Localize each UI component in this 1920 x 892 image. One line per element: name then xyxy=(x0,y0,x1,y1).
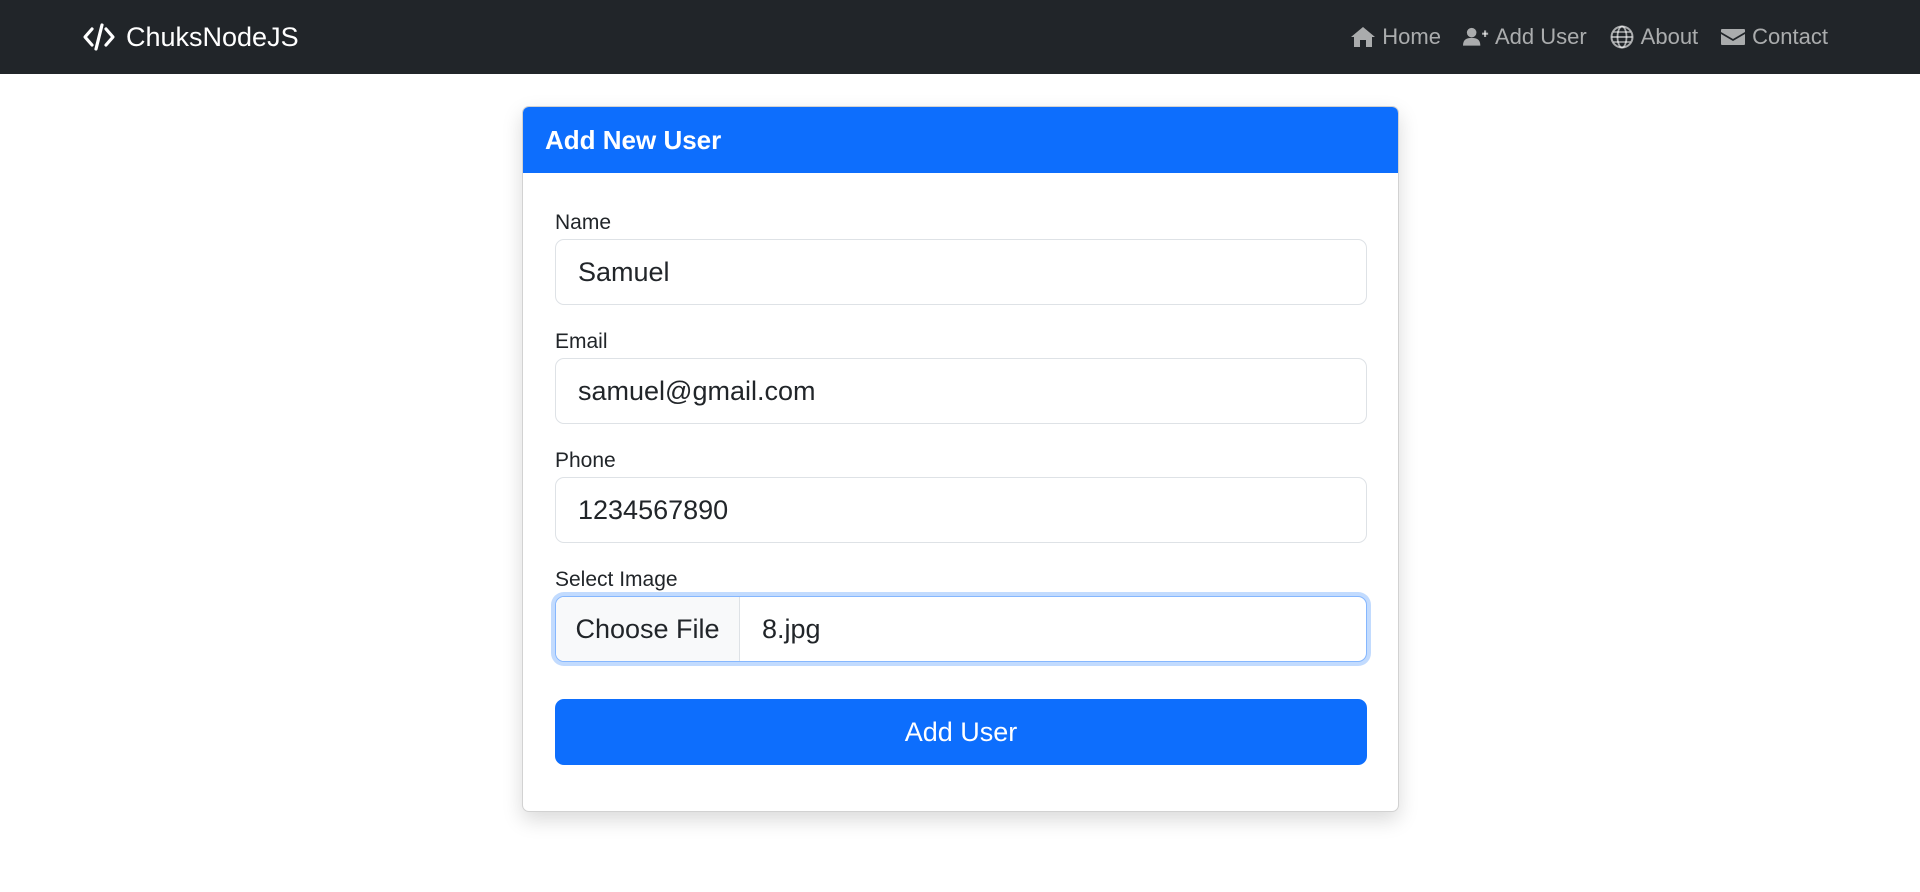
user-plus-icon xyxy=(1462,27,1489,46)
nav-link-label: About xyxy=(1640,24,1699,49)
nav-link-label: Add User xyxy=(1494,24,1587,49)
nav-link-home[interactable]: Home xyxy=(1350,24,1441,50)
brand-link[interactable]: ChuksNodeJS xyxy=(82,0,299,74)
nav-link-about[interactable]: About xyxy=(1609,24,1699,50)
code-icon xyxy=(83,23,115,51)
home-icon xyxy=(1351,27,1376,47)
choose-file-button[interactable]: Choose File xyxy=(556,597,740,661)
globe-icon xyxy=(1610,25,1634,49)
brand-name: ChuksNodeJS xyxy=(126,21,299,52)
email-input[interactable]: samuel@gmail.com xyxy=(555,358,1367,424)
email-label: Email xyxy=(555,330,608,353)
card-title: Add New User xyxy=(523,107,1398,173)
name-input[interactable]: Samuel xyxy=(555,239,1367,305)
add-user-card: Add New User Name Samuel Email samuel@gm… xyxy=(522,106,1399,812)
image-label: Select Image xyxy=(555,568,678,591)
nav-link-contact[interactable]: Contact xyxy=(1720,24,1828,50)
nav-links: Home Add User About Contact xyxy=(1350,0,1828,74)
phone-input[interactable]: 1234567890 xyxy=(555,477,1367,543)
phone-label: Phone xyxy=(555,449,616,472)
navbar: ChuksNodeJS Home Add User About Contact xyxy=(0,0,1920,74)
image-file-input[interactable]: Choose File 8.jpg xyxy=(555,596,1367,662)
add-user-button[interactable]: Add User xyxy=(555,699,1367,765)
nav-link-add-user[interactable]: Add User xyxy=(1462,24,1587,50)
selected-file-name: 8.jpg xyxy=(762,613,821,644)
name-label: Name xyxy=(555,211,612,234)
nav-link-label: Contact xyxy=(1752,24,1828,49)
nav-link-label: Home xyxy=(1382,24,1441,49)
envelope-icon xyxy=(1721,29,1746,45)
